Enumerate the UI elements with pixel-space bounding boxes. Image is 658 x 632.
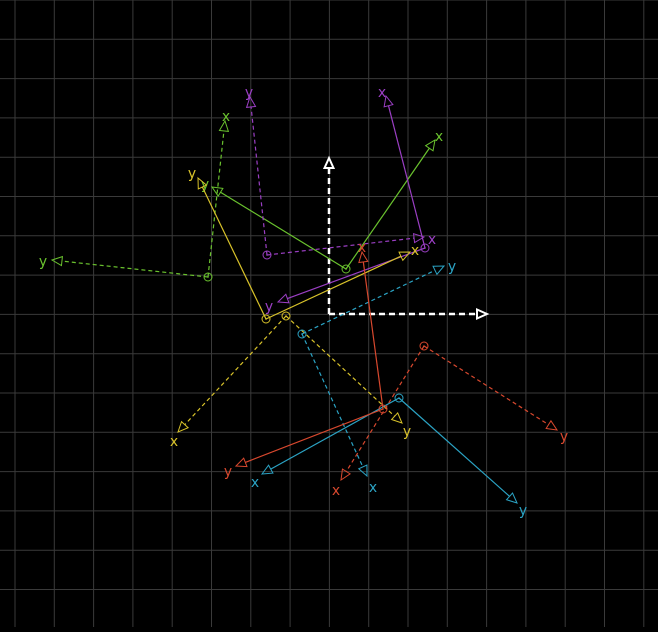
frame-cyan-solid-origin-dot (398, 397, 400, 399)
frame-red-solid-y-axis-shaft (245, 408, 384, 463)
frame-purple-dashed-x-label: x (428, 232, 436, 248)
frame-yellow-solid-x-axis-shaft (265, 255, 402, 320)
frame-cyan-dashed: xy (297, 259, 456, 496)
frame-yellow-dashed-y-label: y (403, 424, 411, 440)
frame-cyan-dashed-x-label: x (369, 480, 377, 496)
frame-cyan-dashed-y-label: y (448, 259, 456, 275)
frame-cyan-solid-x-axis-head (260, 464, 274, 475)
frame-red-dashed-x-label: x (332, 483, 340, 499)
frame-yellow-dashed-x-axis-shaft (184, 315, 287, 426)
frame-yellow-dashed-y-axis-shaft (285, 315, 396, 417)
frame-green-solid: xy (201, 129, 443, 274)
frame-yellow-dashed-y-axis-head (390, 412, 403, 424)
frame-red-solid: xy (224, 240, 388, 480)
frame-purple-solid-y-label: y (265, 299, 273, 315)
frame-green-dashed-y-axis-head (50, 255, 64, 267)
frame-purple-solid-y-axis-head (276, 293, 290, 304)
frame-cyan-dashed-origin-dot (301, 333, 303, 335)
frame-yellow-solid-origin-dot (265, 318, 267, 320)
frame-origin-x-axis-head (476, 307, 490, 321)
frame-red-dashed-x-axis-head (340, 468, 352, 482)
frame-red-dashed-y-axis-head (545, 419, 559, 431)
frame-red-dashed-x-axis-shaft (345, 345, 425, 472)
frame-red-dashed-origin-dot (423, 345, 425, 347)
frame-cyan-dashed-y-axis-head (357, 464, 368, 478)
frame-red-solid-y-label: y (224, 464, 232, 480)
frame-cyan-solid: xy (251, 393, 527, 519)
frame-origin-y-axis-head (322, 155, 336, 169)
frames: xyxyxyxyxyxyxyxyxyxy (39, 85, 568, 519)
frame-yellow-dashed-x-axis-head (177, 420, 190, 433)
frame-red-solid-x-label: x (358, 240, 366, 256)
frame-cyan-solid-y-axis-shaft (398, 397, 510, 497)
frame-purple-dashed-y-label: y (245, 85, 253, 101)
frame-green-solid-x-axis-head (424, 138, 436, 152)
frame-green-solid-y-label: y (201, 177, 209, 193)
frame-purple-dashed-y-axis-shaft (250, 106, 268, 256)
frame-green-dashed-origin-dot (207, 276, 209, 278)
frame-purple-dashed-x-axis-head (412, 232, 426, 244)
frame-red-solid-origin-dot (382, 408, 384, 410)
frame-purple-dashed-origin-dot (266, 254, 268, 256)
frame-cyan-dashed-x-axis-head (432, 265, 446, 276)
frame-purple-dashed: xy (245, 85, 436, 260)
coordinate-frames-diagram: xyxyxyxyxyxyxyxyxyxy (0, 0, 658, 627)
frame-green-solid-origin-dot (345, 268, 347, 270)
frame-yellow-solid-x-label: x (411, 243, 419, 259)
frame-purple-solid-y-axis-shaft (287, 247, 426, 300)
frame-purple-solid-x-label: x (378, 85, 386, 101)
frame-red-solid-y-axis-head (234, 457, 248, 468)
frame-purple-solid-origin-dot (424, 247, 426, 249)
frame-red-solid-x-axis-shaft (362, 261, 384, 410)
frame-purple-solid-x-axis-shaft (387, 105, 426, 249)
frame-yellow-solid-y-label: y (188, 166, 196, 182)
frame-cyan-solid-x-label: x (251, 475, 259, 491)
frame-yellow-dashed-origin-dot (285, 315, 287, 317)
frame-purple-solid: xy (265, 85, 430, 315)
frame-green-dashed-x-label: x (222, 109, 230, 125)
frame-green-dashed: xy (39, 109, 230, 282)
frame-green-solid-x-label: x (435, 129, 443, 145)
frame-green-dashed-y-label: y (39, 254, 47, 270)
frame-yellow-dashed-x-label: x (170, 434, 178, 450)
diagram-canvas: xyxyxyxyxyxyxyxyxyxy (0, 0, 658, 627)
frame-cyan-solid-y-label: y (519, 503, 527, 519)
frame-purple-dashed-x-axis-shaft (266, 237, 415, 256)
frame-green-solid-y-axis-shaft (220, 191, 347, 270)
frame-red-dashed-y-label: y (560, 429, 568, 445)
